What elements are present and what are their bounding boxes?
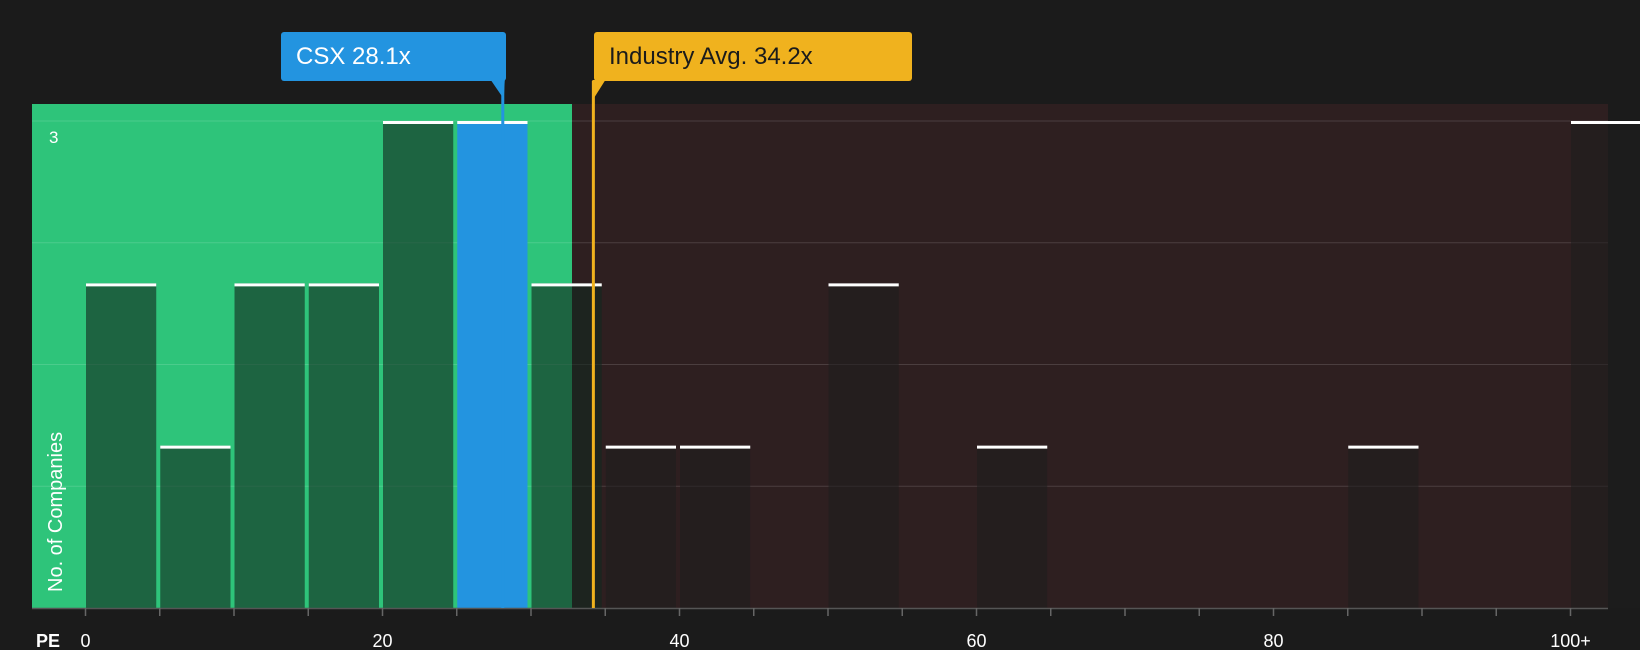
x-tick-label: 0 <box>80 631 90 650</box>
histogram-bar <box>457 121 528 608</box>
histogram-bar <box>86 283 157 608</box>
y-tick-label: 3 <box>49 128 58 147</box>
company-label: CSX 28.1x <box>296 43 411 70</box>
y-axis-label: No. of Companies <box>45 432 67 592</box>
pe-histogram-chart: 0 20 40 60 80 100+ CSX 28.1x Industry Avg. 34.… <box>0 0 1640 650</box>
x-tick-label: 20 <box>372 631 392 650</box>
histogram-bar <box>234 283 305 608</box>
histogram-bar <box>531 283 602 608</box>
x-tick-label: 100+ <box>1550 631 1591 650</box>
histogram-bar <box>308 283 379 608</box>
x-tick-label: 40 <box>669 631 689 650</box>
histogram-bar <box>977 445 1048 608</box>
histogram-bar <box>605 445 676 608</box>
x-tick-label: 80 <box>1263 631 1283 650</box>
x-tick-label: 60 <box>966 631 986 650</box>
histogram-bar <box>828 283 899 608</box>
histogram-bar <box>1348 445 1419 608</box>
histogram-bar <box>680 445 751 608</box>
histogram-bar <box>1571 121 1640 608</box>
histogram-bar <box>383 121 454 608</box>
histogram-bar <box>160 445 231 608</box>
x-axis-label: PE <box>36 631 60 650</box>
industry-avg-label: Industry Avg. 34.2x <box>609 43 813 70</box>
